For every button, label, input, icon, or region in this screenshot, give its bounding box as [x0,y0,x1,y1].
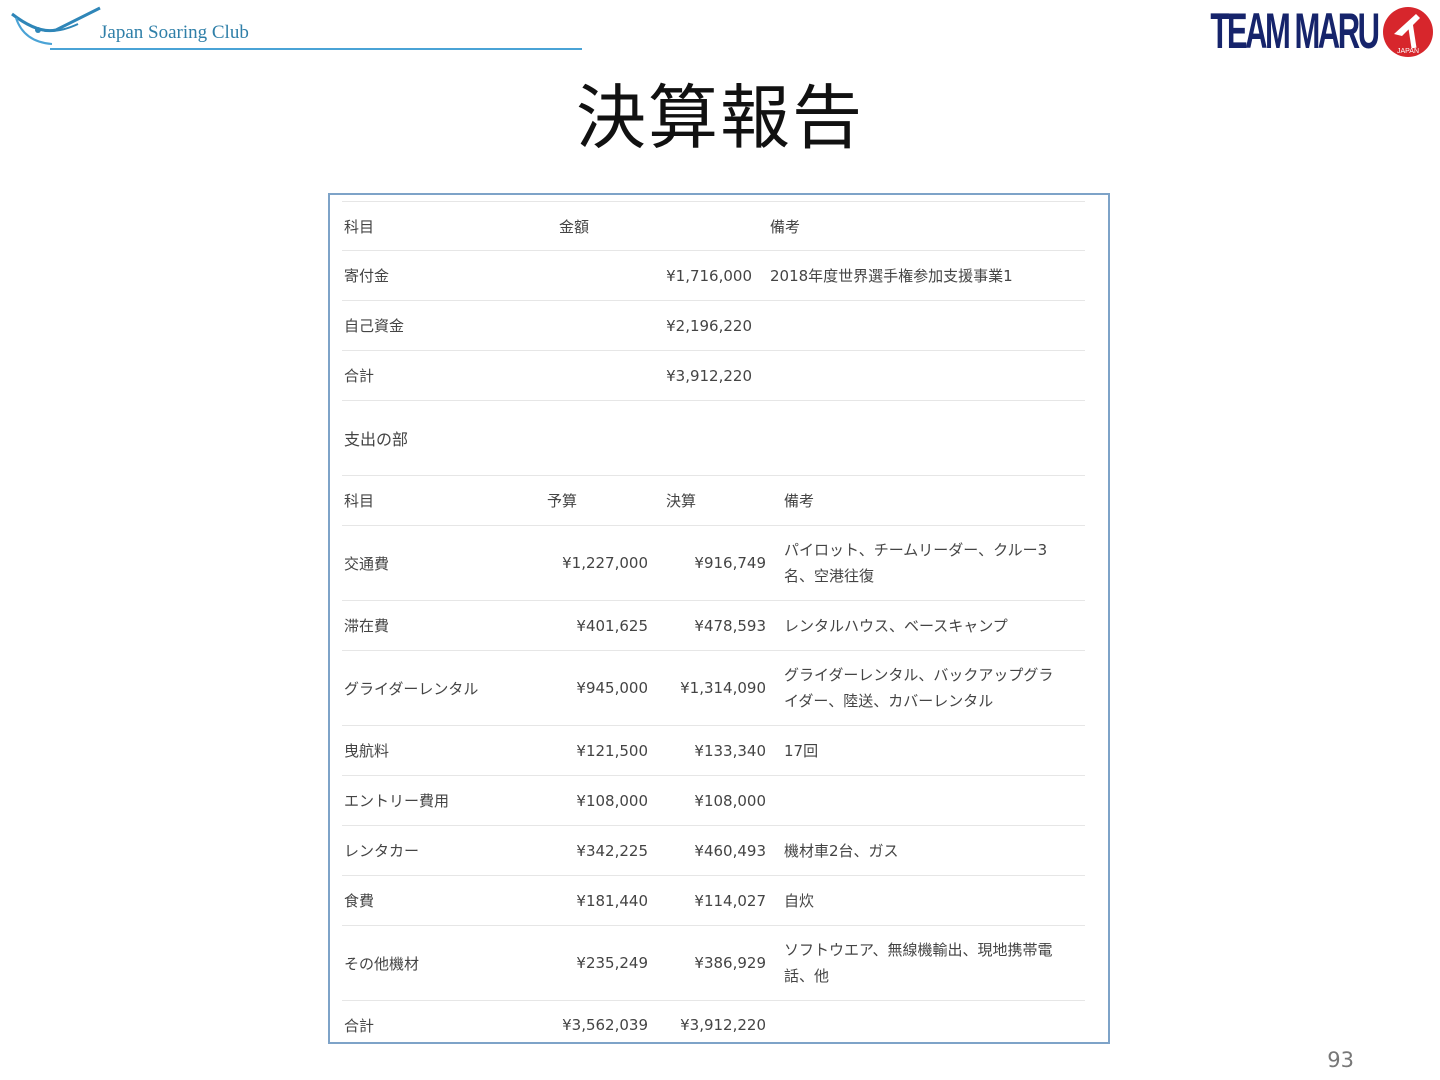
expense-budget: ¥121,500 [576,741,648,760]
income-item: 合計 [344,367,375,385]
expense-note: パイロット、チームリーダー、クルー3名、空港往復 [784,541,1048,585]
expense-actual: ¥460,493 [694,841,766,860]
table-row: 食費 ¥181,440 ¥114,027 自炊 [342,875,1085,925]
expense-header-row: 科目 予算 決算 備考 [342,475,1085,525]
team-maru-emblem-icon: JAPAN [1383,7,1433,57]
expense-budget: ¥342,225 [576,841,648,860]
expense-note: 自炊 [784,891,815,910]
income-header-note: 備考 [770,217,801,236]
expense-item: 食費 [344,892,375,910]
team-maru-text: TEAM MARU [1210,3,1381,59]
expense-section-row: 支出の部 [342,400,1085,475]
expense-budget: ¥181,440 [576,891,648,910]
expense-actual: ¥108,000 [694,791,766,810]
table-row: 交通費 ¥1,227,000 ¥916,749 パイロット、チームリーダー、クル… [342,525,1085,600]
table-row: 曳航料 ¥121,500 ¥133,340 17回 [342,725,1085,775]
expense-note: ソフトウエア、無線機輸出、現地携帯電話、他 [784,941,1053,985]
header-divider [50,48,582,50]
team-maru-logo: TEAM MARU JAPAN [1211,2,1436,59]
table-row: 自己資金 ¥2,196,220 [342,300,1085,350]
table-row: 滞在費 ¥401,625 ¥478,593 レンタルハウス、ベースキャンプ [342,600,1085,650]
expense-note: 17回 [784,741,819,760]
income-note: 2018年度世界選手権参加支援事業1 [770,267,1013,285]
expense-budget: ¥108,000 [576,791,648,810]
expense-header-budget: 予算 [547,492,578,510]
expense-budget: ¥3,562,039 [562,1016,648,1034]
expense-note: レンタルハウス、ベースキャンプ [784,616,1008,635]
income-header-amount: 金額 [559,217,590,236]
expense-budget: ¥1,227,000 [562,554,648,572]
expense-budget: ¥401,625 [576,616,648,635]
expense-actual: ¥114,027 [694,891,766,910]
income-header-item: 科目 [344,217,375,236]
table-row: 合計 ¥3,562,039 ¥3,912,220 [342,1000,1085,1049]
expense-note: グライダーレンタル、バックアップグライダー、陸送、カバーレンタル [784,666,1054,710]
income-item: 自己資金 [344,317,405,335]
expense-item: エントリー費用 [344,792,450,810]
table-row: エントリー費用 ¥108,000 ¥108,000 [342,775,1085,825]
expense-item: グライダーレンタル [344,679,479,698]
expense-note [784,776,1064,825]
expense-item: その他機材 [344,954,420,973]
expense-section-label: 支出の部 [344,430,409,449]
expense-item: 曳航料 [344,742,390,760]
expense-budget: ¥945,000 [576,679,648,697]
club-name-text: Japan Soaring Club [100,22,249,43]
team-maru-sub-text: JAPAN [1397,48,1419,55]
expense-note [784,1001,1064,1049]
expense-header-item: 科目 [344,492,375,510]
table-row: その他機材 ¥235,249 ¥386,929 ソフトウエア、無線機輸出、現地携… [342,925,1085,1000]
income-amount: ¥3,912,220 [666,366,752,385]
expense-actual: ¥386,929 [694,954,766,972]
expense-actual: ¥916,749 [694,554,766,572]
expense-header-actual: 決算 [666,492,697,510]
income-header-row: 科目 金額 備考 [342,201,1085,250]
expense-note: 機材車2台、ガス [784,841,899,860]
table-row: 合計 ¥3,912,220 [342,350,1085,400]
income-amount: ¥2,196,220 [666,316,752,335]
expense-item: 交通費 [344,554,390,573]
expense-actual: ¥1,314,090 [680,679,766,697]
income-amount: ¥1,716,000 [666,266,752,285]
expense-header-note: 備考 [784,492,815,510]
japan-soaring-club-logo: Japan Soaring Club [8,4,582,54]
page-number: 93 [1327,1048,1354,1072]
expense-actual: ¥478,593 [694,616,766,635]
page-title: 決算報告 [576,77,864,159]
expense-actual: ¥3,912,220 [680,1016,766,1034]
settlement-table-frame: 科目 金額 備考 寄付金 ¥1,716,000 2018年度世界選手権参加支援事… [328,193,1110,1044]
settlement-table: 科目 金額 備考 寄付金 ¥1,716,000 2018年度世界選手権参加支援事… [342,201,1085,1049]
expense-actual: ¥133,340 [694,741,766,760]
expense-item: 滞在費 [344,617,390,635]
expense-item: 合計 [344,1016,375,1035]
table-row: グライダーレンタル ¥945,000 ¥1,314,090 グライダーレンタル、… [342,650,1085,725]
table-row: 寄付金 ¥1,716,000 2018年度世界選手権参加支援事業1 [342,250,1085,300]
income-item: 寄付金 [344,267,390,285]
glider-icon [11,6,101,45]
table-row: レンタカー ¥342,225 ¥460,493 機材車2台、ガス [342,825,1085,875]
expense-budget: ¥235,249 [576,954,648,972]
expense-item: レンタカー [344,842,420,860]
